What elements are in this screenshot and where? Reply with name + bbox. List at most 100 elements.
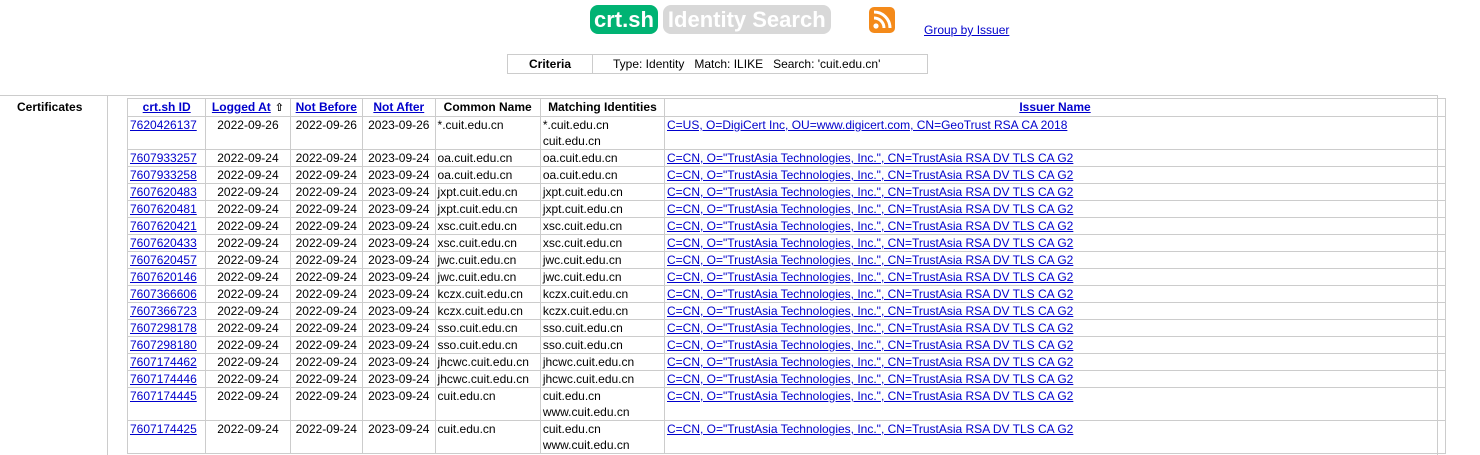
cert-id-cell[interactable]: 7607933257 bbox=[126, 149, 207, 167]
issuer-name-link[interactable]: C=CN, O="TrustAsia Technologies, Inc.", … bbox=[667, 287, 1073, 301]
table-row: 7607298178 2022-09-24 2022-09-24 2023-09-24… bbox=[126, 319, 1446, 337]
issuer-name-link[interactable]: C=CN, O="TrustAsia Technologies, Inc.", … bbox=[667, 338, 1073, 352]
issuer-name-link[interactable]: C=CN, O="TrustAsia Technologies, Inc.", … bbox=[667, 304, 1073, 318]
issuer-name-cell[interactable]: C=CN, O="TrustAsia Technologies, Inc.", … bbox=[664, 285, 1446, 303]
cert-id-link[interactable]: 7607174425 bbox=[130, 422, 197, 436]
issuer-name-cell[interactable]: C=CN, O="TrustAsia Technologies, Inc.", … bbox=[664, 183, 1446, 201]
cert-id-link[interactable]: 7607620457 bbox=[130, 253, 197, 267]
not-before-cell: 2022-09-24 bbox=[289, 217, 364, 235]
issuer-name-link[interactable]: C=CN, O="TrustAsia Technologies, Inc.", … bbox=[667, 253, 1073, 267]
issuer-name-link[interactable]: C=CN, O="TrustAsia Technologies, Inc.", … bbox=[667, 202, 1073, 216]
not-before-cell: 2022-09-24 bbox=[289, 183, 364, 201]
table-row: 7607174445 2022-09-24 2022-09-24 2023-09-24… bbox=[126, 387, 1446, 421]
column-header-not-after[interactable]: Not After bbox=[362, 98, 436, 117]
cert-id-link[interactable]: 7607620433 bbox=[130, 236, 197, 250]
issuer-name-link[interactable]: C=CN, O="TrustAsia Technologies, Inc.", … bbox=[667, 321, 1073, 335]
matching-identities-cell: *.cuit.edu.cn cuit.edu.cn bbox=[539, 116, 666, 150]
issuer-name-link[interactable]: C=CN, O="TrustAsia Technologies, Inc.", … bbox=[667, 151, 1073, 165]
cert-id-cell[interactable]: 7607298180 bbox=[126, 336, 207, 354]
column-header-not-before[interactable]: Not Before bbox=[289, 98, 364, 117]
cert-id-cell[interactable]: 7620426137 bbox=[126, 116, 207, 150]
issuer-name-cell[interactable]: C=US, O=DigiCert Inc, OU=www.digicert.co… bbox=[664, 116, 1446, 150]
not-before-cell: 2022-09-24 bbox=[289, 302, 364, 320]
issuer-name-link[interactable]: C=CN, O="TrustAsia Technologies, Inc.", … bbox=[667, 389, 1073, 403]
cert-id-cell[interactable]: 7607620421 bbox=[126, 217, 207, 235]
cert-id-cell[interactable]: 7607298178 bbox=[126, 319, 207, 337]
issuer-name-link[interactable]: C=CN, O="TrustAsia Technologies, Inc.", … bbox=[667, 236, 1073, 250]
column-header-id[interactable]: crt.sh ID bbox=[126, 98, 207, 117]
matching-identities-cell: jwc.cuit.edu.cn bbox=[539, 268, 666, 286]
not-before-cell: 2022-09-24 bbox=[289, 370, 364, 388]
cert-id-cell[interactable]: 7607620481 bbox=[126, 200, 207, 218]
cert-id-link[interactable]: 7607620483 bbox=[130, 185, 197, 199]
cert-id-cell[interactable]: 7607174425 bbox=[126, 420, 207, 454]
cert-id-link[interactable]: 7607298180 bbox=[130, 338, 197, 352]
issuer-name-link[interactable]: C=CN, O="TrustAsia Technologies, Inc.", … bbox=[667, 185, 1073, 199]
cert-id-cell[interactable]: 7607620146 bbox=[126, 268, 207, 286]
cert-id-link[interactable]: 7607174446 bbox=[130, 372, 197, 386]
cert-id-link[interactable]: 7607174445 bbox=[130, 389, 197, 403]
matching-identity: jwc.cuit.edu.cn bbox=[542, 270, 622, 284]
not-after-cell: 2023-09-24 bbox=[362, 285, 436, 303]
issuer-name-cell[interactable]: C=CN, O="TrustAsia Technologies, Inc.", … bbox=[664, 234, 1446, 252]
issuer-name-cell[interactable]: C=CN, O="TrustAsia Technologies, Inc.", … bbox=[664, 370, 1446, 388]
issuer-name-link[interactable]: C=CN, O="TrustAsia Technologies, Inc.", … bbox=[667, 355, 1073, 369]
issuer-name-cell[interactable]: C=CN, O="TrustAsia Technologies, Inc.", … bbox=[664, 302, 1446, 320]
common-name-cell: jwc.cuit.edu.cn bbox=[434, 268, 541, 286]
cert-id-cell[interactable]: 7607620457 bbox=[126, 251, 207, 269]
issuer-name-cell[interactable]: C=CN, O="TrustAsia Technologies, Inc.", … bbox=[664, 149, 1446, 167]
cert-id-cell[interactable]: 7607620483 bbox=[126, 183, 207, 201]
not-before-cell: 2022-09-24 bbox=[289, 149, 364, 167]
issuer-name-cell[interactable]: C=CN, O="TrustAsia Technologies, Inc.", … bbox=[664, 387, 1446, 421]
crtsh-logo[interactable]: crt.sh bbox=[590, 5, 658, 34]
issuer-name-cell[interactable]: C=CN, O="TrustAsia Technologies, Inc.", … bbox=[664, 166, 1446, 184]
issuer-name-cell[interactable]: C=CN, O="TrustAsia Technologies, Inc.", … bbox=[664, 319, 1446, 337]
issuer-name-link[interactable]: C=US, O=DigiCert Inc, OU=www.digicert.co… bbox=[667, 118, 1067, 132]
logged-at-cell: 2022-09-24 bbox=[205, 370, 291, 388]
logged-at-cell: 2022-09-24 bbox=[205, 200, 291, 218]
matching-identity: jxpt.cuit.edu.cn bbox=[542, 202, 623, 216]
cert-id-cell[interactable]: 7607174446 bbox=[126, 370, 207, 388]
issuer-name-cell[interactable]: C=CN, O="TrustAsia Technologies, Inc.", … bbox=[664, 353, 1446, 371]
rss-feed-icon[interactable] bbox=[869, 7, 895, 33]
cert-id-cell[interactable]: 7607620433 bbox=[126, 234, 207, 252]
column-header-issuer-name[interactable]: Issuer Name bbox=[664, 98, 1446, 117]
cert-id-link[interactable]: 7607298178 bbox=[130, 321, 197, 335]
not-after-cell: 2023-09-24 bbox=[362, 217, 436, 235]
cert-id-link[interactable]: 7607366606 bbox=[130, 287, 197, 301]
issuer-name-link[interactable]: C=CN, O="TrustAsia Technologies, Inc.", … bbox=[667, 168, 1073, 182]
cert-id-link[interactable]: 7607933257 bbox=[130, 151, 197, 165]
cert-id-link[interactable]: 7607620421 bbox=[130, 219, 197, 233]
issuer-name-cell[interactable]: C=CN, O="TrustAsia Technologies, Inc.", … bbox=[664, 420, 1446, 454]
criteria-text: Type: Identity Match: ILIKE Search: 'cui… bbox=[613, 57, 881, 71]
column-header-logged-at[interactable]: Logged At ⇧ bbox=[205, 98, 291, 117]
cert-id-link[interactable]: 7620426137 bbox=[130, 118, 197, 132]
issuer-name-cell[interactable]: C=CN, O="TrustAsia Technologies, Inc.", … bbox=[664, 251, 1446, 269]
cert-id-link[interactable]: 7607620481 bbox=[130, 202, 197, 216]
issuer-name-cell[interactable]: C=CN, O="TrustAsia Technologies, Inc.", … bbox=[664, 217, 1446, 235]
issuer-name-cell[interactable]: C=CN, O="TrustAsia Technologies, Inc.", … bbox=[664, 336, 1446, 354]
group-by-issuer-link[interactable]: Group by Issuer bbox=[924, 23, 1009, 37]
common-name-cell: cuit.edu.cn bbox=[434, 387, 541, 421]
cert-id-cell[interactable]: 7607933258 bbox=[126, 166, 207, 184]
cert-id-link[interactable]: 7607933258 bbox=[130, 168, 197, 182]
issuer-name-cell[interactable]: C=CN, O="TrustAsia Technologies, Inc.", … bbox=[664, 200, 1446, 218]
not-before-cell: 2022-09-24 bbox=[289, 353, 364, 371]
issuer-name-link[interactable]: C=CN, O="TrustAsia Technologies, Inc.", … bbox=[667, 219, 1073, 233]
cert-id-cell[interactable]: 7607366606 bbox=[126, 285, 207, 303]
cert-id-link[interactable]: 7607174462 bbox=[130, 355, 197, 369]
logged-at-cell: 2022-09-24 bbox=[205, 234, 291, 252]
matching-identity: xsc.cuit.edu.cn bbox=[542, 236, 623, 250]
issuer-name-link[interactable]: C=CN, O="TrustAsia Technologies, Inc.", … bbox=[667, 372, 1073, 386]
cert-id-link[interactable]: 7607620146 bbox=[130, 270, 197, 284]
cert-id-link[interactable]: 7607366723 bbox=[130, 304, 197, 318]
cert-id-cell[interactable]: 7607366723 bbox=[126, 302, 207, 320]
issuer-name-cell[interactable]: C=CN, O="TrustAsia Technologies, Inc.", … bbox=[664, 268, 1446, 286]
not-after-cell: 2023-09-24 bbox=[362, 268, 436, 286]
issuer-name-link[interactable]: C=CN, O="TrustAsia Technologies, Inc.", … bbox=[667, 422, 1073, 436]
cert-id-cell[interactable]: 7607174462 bbox=[126, 353, 207, 371]
cert-id-cell[interactable]: 7607174445 bbox=[126, 387, 207, 421]
column-header-common-name: Common Name bbox=[434, 98, 541, 117]
issuer-name-link[interactable]: C=CN, O="TrustAsia Technologies, Inc.", … bbox=[667, 270, 1073, 284]
table-row: 7607620481 2022-09-24 2022-09-24 2023-09-24… bbox=[126, 200, 1446, 218]
